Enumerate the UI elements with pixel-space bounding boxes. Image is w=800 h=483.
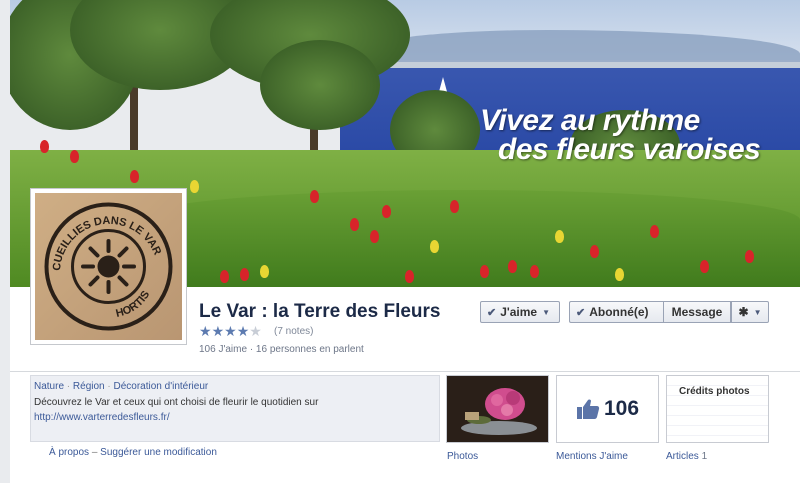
like-button-label: J'aime: [500, 305, 538, 319]
tulip: [190, 180, 199, 193]
tulip: [508, 260, 517, 273]
likes-summary: 106 J'aime · 16 personnes en parlent: [199, 344, 364, 355]
articles-count: 1: [701, 451, 708, 462]
star-icon: ★: [199, 323, 212, 339]
hortisud-logo: CUEILLIES DANS LE VAR HORTISUD: [35, 193, 182, 340]
tulip: [615, 268, 624, 281]
like-button[interactable]: ✔ J'aime ▼: [480, 301, 560, 323]
tulip: [70, 150, 79, 163]
star-icon: ★: [236, 323, 250, 339]
tulip: [220, 270, 229, 283]
tulip: [310, 190, 319, 203]
cover-meadow-front: [130, 190, 800, 287]
tulip: [745, 250, 754, 263]
message-button[interactable]: Message: [663, 301, 731, 323]
tulip: [590, 245, 599, 258]
tulip: [450, 200, 459, 213]
photos-label[interactable]: Photos: [447, 451, 478, 462]
tulip: [382, 205, 391, 218]
chevron-down-icon: ▼: [542, 307, 551, 317]
articles-label[interactable]: Articles 1: [666, 451, 707, 462]
star-icon: ★: [224, 323, 237, 339]
articles-label-text: Articles: [666, 451, 699, 462]
tulip: [700, 260, 709, 273]
message-button-label: Message: [671, 305, 723, 319]
profile-picture[interactable]: CUEILLIES DANS LE VAR HORTISUD: [30, 188, 187, 345]
page-title[interactable]: Le Var : la Terre des Fleurs: [199, 301, 440, 323]
photo-credits-tile[interactable]: Crédits photos: [666, 375, 769, 443]
thumbs-up-icon: [576, 399, 600, 419]
tree: [260, 40, 380, 130]
star-empty-icon: ★: [249, 323, 262, 339]
tulip: [430, 240, 439, 253]
category-nature[interactable]: Nature: [34, 381, 64, 392]
tulip: [480, 265, 489, 278]
website-link[interactable]: http://www.varterredesfleurs.fr/: [34, 412, 170, 423]
tulip: [650, 225, 659, 238]
tulip: [40, 140, 49, 153]
photo-credits-title: Crédits photos: [679, 386, 750, 397]
subscribe-button-label: Abonné(e): [589, 305, 649, 319]
tulip: [260, 265, 269, 278]
cover-slogan-line2: des fleurs varoises: [498, 133, 761, 166]
rating-stars[interactable]: ★★★★★: [199, 323, 262, 340]
likes-count: 106: [603, 397, 640, 420]
category-decoration[interactable]: Décoration d'intérieur: [114, 381, 209, 392]
settings-button[interactable]: ✱ ▼: [731, 301, 769, 323]
chevron-down-icon: ▼: [753, 307, 762, 317]
about-footer: À propos – Suggérer une modification: [49, 447, 217, 458]
star-icon: ★: [211, 323, 225, 339]
category-region[interactable]: Région: [73, 381, 105, 392]
suggest-edit-link[interactable]: Suggérer une modification: [100, 447, 217, 458]
rating-count[interactable]: (7 notes): [274, 326, 313, 337]
about-link[interactable]: À propos: [49, 447, 89, 458]
cover-shore: [340, 62, 800, 68]
tulip: [130, 170, 139, 183]
check-icon: ✔: [487, 306, 497, 319]
subscribe-button[interactable]: ✔ Abonné(e): [569, 301, 663, 323]
check-icon: ✔: [576, 306, 586, 319]
cover-slogan-line1: Vivez au rythme: [480, 104, 700, 137]
tulip: [405, 270, 414, 283]
tulip: [555, 230, 564, 243]
photo-thumbnail: [447, 376, 548, 442]
about-description: Découvrez le Var et ceux qui ont choisi …: [34, 397, 319, 408]
tulip: [370, 230, 379, 243]
photos-tile[interactable]: [446, 375, 549, 443]
tulip: [530, 265, 539, 278]
gear-icon: ✱: [738, 305, 749, 319]
category-list: Nature · Région · Décoration d'intérieur: [34, 381, 209, 392]
likes-tile[interactable]: 106: [556, 375, 659, 443]
tulip: [240, 268, 249, 281]
tulip: [350, 218, 359, 231]
likes-label[interactable]: Mentions J'aime: [556, 451, 628, 462]
